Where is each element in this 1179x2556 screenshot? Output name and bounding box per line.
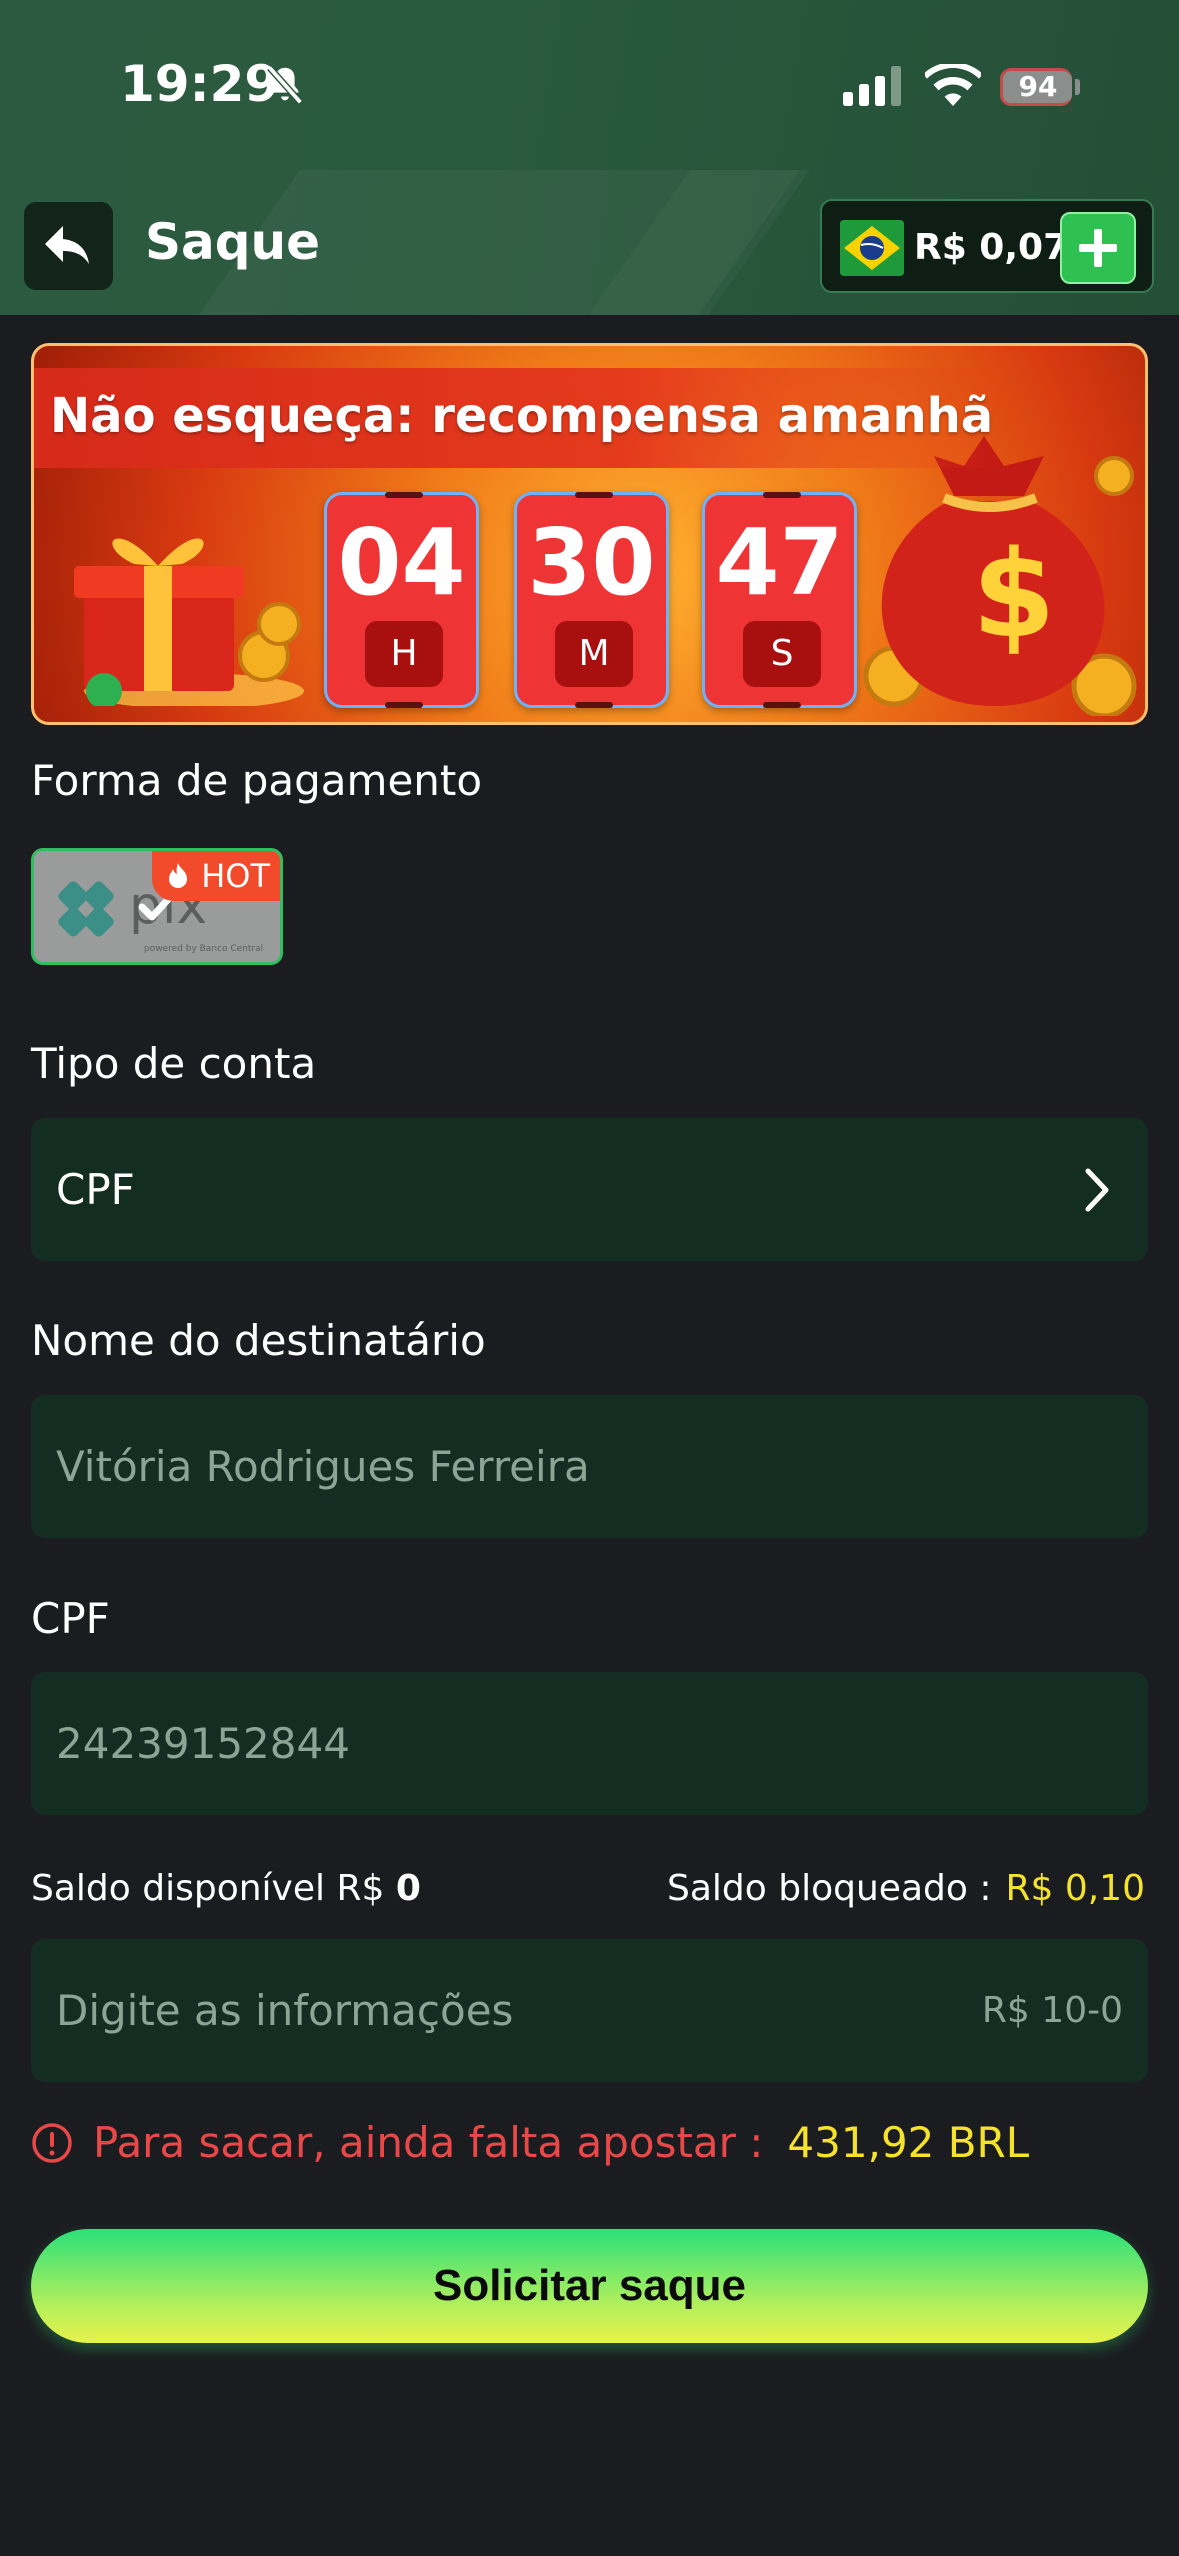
hot-badge-text: HOT — [201, 857, 270, 895]
fire-icon — [169, 863, 188, 888]
wager-warning-text: Para sacar, ainda falta apostar : — [93, 2118, 764, 2167]
timer-minutes-unit: M — [555, 621, 633, 687]
promo-banner[interactable]: $ Não esqueça: recompensa amanhã 04 H 30… — [31, 343, 1148, 725]
wifi-icon — [925, 64, 981, 106]
battery-level: 94 — [1018, 70, 1058, 103]
back-button[interactable] — [24, 202, 113, 290]
blocked-balance: Saldo bloqueado : R$ 0,10 — [667, 1868, 1145, 1909]
recipient-name-value: Vitória Rodrigues Ferreira — [56, 1442, 590, 1491]
cpf-label: CPF — [31, 1594, 110, 1643]
plus-icon — [1079, 229, 1117, 267]
pix-payment-option[interactable]: pix powered by Banco Central HOT — [31, 848, 283, 965]
balance-amount: R$ 0,07 — [914, 227, 1069, 268]
timer-hours-value: 04 — [337, 509, 466, 616]
brazil-flag-icon — [840, 220, 904, 276]
timer-nub — [575, 702, 613, 708]
gift-box-icon — [74, 538, 304, 706]
timer-seconds: 47 S — [702, 492, 857, 708]
alert-circle-icon — [32, 2122, 72, 2163]
back-arrow-icon — [44, 226, 89, 264]
svg-text:$: $ — [972, 526, 1056, 665]
timer-nub — [385, 702, 423, 708]
app-header: 19:29 94 Saque R$ 0,07 — [0, 0, 1179, 315]
wager-warning-amount: 431,92 BRL — [787, 2118, 1030, 2167]
deposit-plus-button[interactable] — [1060, 212, 1136, 284]
bell-muted-icon — [267, 65, 303, 105]
request-withdrawal-button[interactable]: Solicitar saque — [31, 2229, 1148, 2343]
banner-title: Não esqueça: recompensa amanhã — [50, 388, 994, 444]
timer-nub — [575, 492, 613, 498]
chevron-right-icon — [1085, 1168, 1109, 1212]
status-time: 19:29 — [120, 55, 280, 113]
amount-range: R$ 10-0 — [981, 1990, 1123, 2031]
amount-placeholder: Digite as informações — [56, 1986, 514, 2035]
timer-minutes: 30 M — [514, 492, 669, 708]
cpf-value: 24239152844 — [56, 1719, 350, 1768]
pix-caption: powered by Banco Central — [144, 944, 263, 954]
available-balance-value: 0 — [395, 1868, 421, 1909]
payment-method-label: Forma de pagamento — [31, 756, 483, 805]
wager-warning: Para sacar, ainda falta apostar : 431,92… — [31, 2118, 1029, 2167]
timer-nub — [385, 492, 423, 498]
timer-hours: 04 H — [324, 492, 479, 708]
blocked-balance-label: Saldo bloqueado : — [667, 1868, 992, 1909]
cpf-field[interactable]: 24239152844 — [31, 1672, 1148, 1815]
hot-badge: HOT — [152, 851, 280, 901]
battery-indicator: 94 — [1000, 68, 1072, 106]
amount-input[interactable]: Digite as informações R$ 10-0 — [31, 1939, 1148, 2082]
timer-nub — [763, 492, 801, 498]
timer-hours-unit: H — [365, 621, 443, 687]
recipient-name-label: Nome do destinatário — [31, 1316, 486, 1365]
battery-tip — [1075, 79, 1080, 95]
timer-seconds-value: 47 — [715, 509, 844, 616]
available-balance: Saldo disponível R$ 0 — [31, 1868, 421, 1909]
balance-widget: R$ 0,07 — [820, 199, 1154, 293]
recipient-name-field[interactable]: Vitória Rodrigues Ferreira — [31, 1395, 1148, 1538]
account-type-value: CPF — [56, 1165, 135, 1214]
page-title: Saque — [145, 213, 321, 271]
account-type-label: Tipo de conta — [31, 1039, 317, 1088]
account-type-select[interactable]: CPF — [31, 1118, 1148, 1261]
timer-minutes-value: 30 — [527, 509, 656, 616]
available-balance-label: Saldo disponível R$ — [31, 1868, 385, 1909]
timer-seconds-unit: S — [743, 621, 821, 687]
timer-nub — [763, 702, 801, 708]
blocked-balance-value: R$ 0,10 — [1005, 1868, 1145, 1909]
cellular-signal-icon — [843, 66, 901, 106]
